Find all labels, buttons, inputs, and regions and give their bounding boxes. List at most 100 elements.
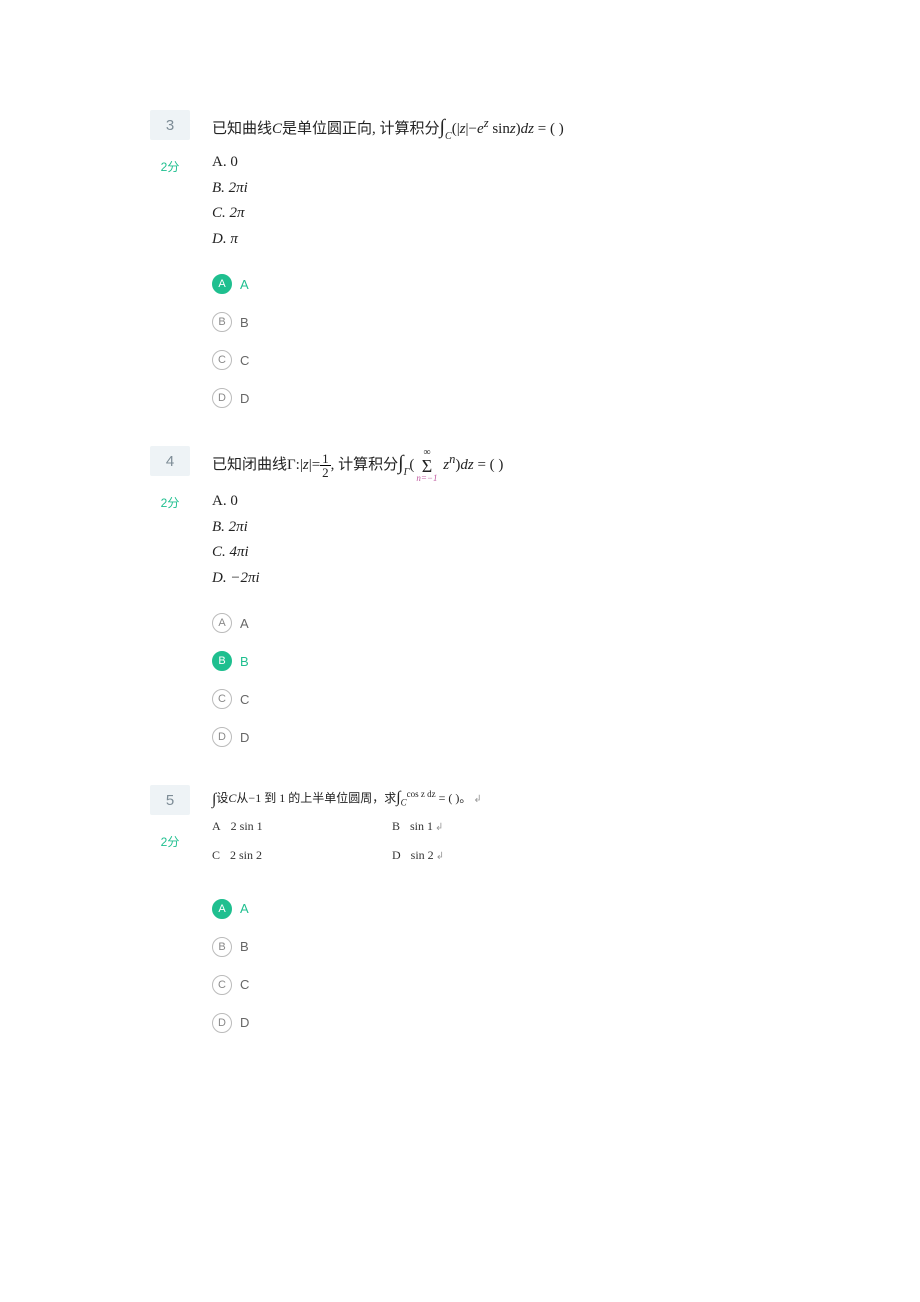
choice-bubble: C — [212, 975, 232, 995]
opt-lab: D — [392, 848, 401, 862]
question-meta: 5 2分 — [150, 785, 198, 850]
answer-choices: A A B B C C D D — [212, 899, 750, 1033]
choice-bubble: B — [212, 312, 232, 332]
question-number: 5 — [150, 785, 190, 815]
choice-bubble: B — [212, 651, 232, 671]
choice-bubble: C — [212, 689, 232, 709]
answer-choice-d[interactable]: D D — [212, 727, 750, 747]
option-d: Dsin 2↲ — [392, 848, 572, 863]
answer-choice-c[interactable]: C C — [212, 689, 750, 709]
frac-num: 1 — [320, 452, 331, 466]
answer-choice-d[interactable]: D D — [212, 1013, 750, 1033]
question-points: 2分 — [150, 833, 190, 850]
question-points: 2分 — [150, 158, 190, 175]
expr: |− — [466, 121, 477, 137]
choice-label: D — [240, 391, 249, 406]
stem-text: 已知曲线 — [212, 121, 272, 137]
answer-choice-d[interactable]: D D — [212, 388, 750, 408]
option-c: C 2 sin 2 — [212, 848, 392, 863]
answer-choices: A A B B C C D D — [212, 274, 750, 408]
question-block: 4 2分 已知闭曲线Γ:|z|=12, 计算积分∫Γ(∞Σn=−1 zn)dz … — [150, 446, 750, 765]
question-number: 3 — [150, 110, 190, 140]
return-icon: ↲ — [473, 794, 481, 805]
question-stem: ∫设C从−1 到 1 的上半单位圆周，求∫Ccos z dz = ( )。↲ — [212, 785, 750, 811]
integral-icon: ∫ — [212, 791, 216, 808]
choice-bubble: A — [212, 899, 232, 919]
opt-lab: A — [212, 819, 221, 833]
opt-lab: C — [212, 848, 220, 862]
return-icon: ↲ — [436, 851, 444, 862]
answer-choice-b[interactable]: B B — [212, 937, 750, 957]
integral-sub: C — [445, 131, 452, 142]
sigma-icon: Σ — [416, 458, 437, 474]
opt-val: sin 2 — [411, 848, 434, 862]
expr: (| — [452, 121, 460, 137]
summation: ∞Σn=−1 — [416, 448, 437, 483]
option-text: D. π — [212, 227, 750, 253]
choice-label: B — [240, 315, 249, 330]
option-text: A. 0 — [212, 150, 750, 176]
answer-choice-a[interactable]: A A — [212, 899, 750, 919]
option-text: A. 0 — [212, 489, 750, 515]
expr-dz: dz — [460, 457, 473, 473]
answer-choice-b[interactable]: B B — [212, 312, 750, 332]
return-icon: ↲ — [435, 822, 443, 833]
choice-label: B — [240, 654, 249, 669]
integral-sign: ∫ — [398, 452, 403, 474]
choice-label: C — [240, 977, 249, 992]
option-text: C. 4πi — [212, 540, 750, 566]
option-text: B. 2πi — [212, 176, 750, 202]
option-text: C. 2π — [212, 201, 750, 227]
stem-text: 设 — [216, 791, 228, 805]
question-body: 已知曲线C是单位圆正向, 计算积分∫C(|z|−ez sinz)dz = ( )… — [212, 110, 750, 426]
stem-text: 从−1 到 1 的上半单位圆周，求 — [236, 791, 396, 805]
choice-label: C — [240, 692, 249, 707]
question-body: 已知闭曲线Γ:|z|=12, 计算积分∫Γ(∞Σn=−1 zn)dz = ( )… — [212, 446, 750, 765]
answer-choice-a[interactable]: A A — [212, 613, 750, 633]
sum-bot: n=−1 — [416, 474, 437, 483]
answer-choice-c[interactable]: C C — [212, 975, 750, 995]
option-text: B. 2πi — [212, 515, 750, 541]
answer-choice-a[interactable]: A A — [212, 274, 750, 294]
paren: ( — [409, 457, 414, 473]
expr-dz: dz — [521, 121, 534, 137]
expr-eq: = ( ) — [474, 457, 504, 473]
choice-bubble: A — [212, 274, 232, 294]
stem-var: C — [272, 121, 282, 137]
answer-choice-b[interactable]: B B — [212, 651, 750, 671]
question-body: ∫设C从−1 到 1 的上半单位圆周，求∫Ccos z dz = ( )。↲ A… — [212, 785, 750, 1051]
stem-text: 已知闭曲线Γ:| — [212, 457, 303, 473]
choice-bubble: C — [212, 350, 232, 370]
choice-label: A — [240, 901, 249, 916]
frac-den: 2 — [320, 466, 331, 479]
question-block: 3 2分 已知曲线C是单位圆正向, 计算积分∫C(|z|−ez sinz)dz … — [150, 110, 750, 426]
choice-label: D — [240, 730, 249, 745]
choice-bubble: A — [212, 613, 232, 633]
stem-text: |= — [309, 457, 320, 473]
choice-bubble: D — [212, 727, 232, 747]
opt-val: sin 1 — [410, 819, 433, 833]
fraction: 12 — [320, 452, 331, 479]
question-meta: 4 2分 — [150, 446, 198, 511]
choice-bubble: D — [212, 388, 232, 408]
expr-e: e — [477, 121, 484, 137]
page-content: 3 2分 已知曲线C是单位圆正向, 计算积分∫C(|z|−ez sinz)dz … — [0, 0, 750, 1271]
choice-label: D — [240, 1015, 249, 1030]
question-stem: 已知闭曲线Γ:|z|=12, 计算积分∫Γ(∞Σn=−1 zn)dz = ( ) — [212, 446, 750, 483]
opt-val: 2 sin 2 — [230, 848, 262, 862]
choice-label: A — [240, 277, 249, 292]
question-meta: 3 2分 — [150, 110, 198, 175]
inline-options: A2 sin 1 Bsin 1↲ C2 sin 2 Dsin 2↲ — [212, 819, 750, 877]
expr-integrand: cos z dz — [407, 789, 436, 799]
expr-sin: sin — [489, 121, 510, 137]
option-text: D. −2πi — [212, 566, 750, 592]
option-b: Bsin 1↲ — [392, 819, 572, 834]
question-block: 5 2分 ∫设C从−1 到 1 的上半单位圆周，求∫Ccos z dz = ( … — [150, 785, 750, 1051]
expr-eq: = ( ) — [534, 121, 564, 137]
choice-bubble: B — [212, 937, 232, 957]
choice-bubble: D — [212, 1013, 232, 1033]
opt-lab: B — [392, 819, 400, 833]
integral-sub: Γ — [404, 467, 410, 478]
choice-label: B — [240, 939, 249, 954]
answer-choice-c[interactable]: C C — [212, 350, 750, 370]
